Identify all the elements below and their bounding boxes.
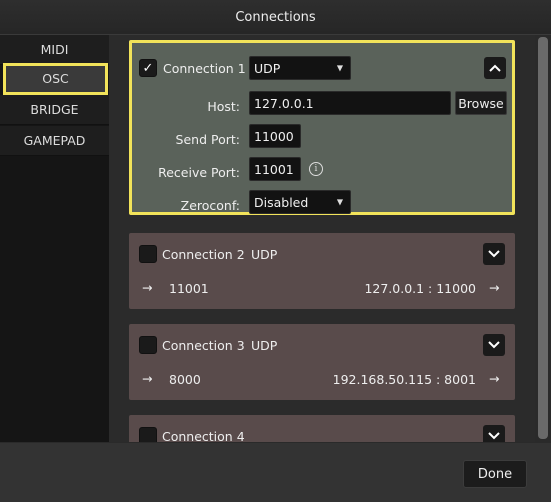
connection-2-in-port: 11001 <box>169 281 209 296</box>
host-label: Host: <box>207 99 240 114</box>
sidebar: MIDI OSC BRIDGE GAMEPAD <box>0 35 109 442</box>
done-label: Done <box>477 466 513 482</box>
host-input[interactable]: 127.0.0.1 <box>249 91 451 115</box>
connection-2-target: 127.0.0.1 : 11000 <box>364 281 476 296</box>
connection-3-protocol: UDP <box>251 338 278 353</box>
receive-port-input[interactable]: 11001 <box>249 157 301 181</box>
connection-1-protocol-select[interactable]: UDP ▼ <box>249 56 351 80</box>
arrow-right-icon: → <box>489 371 500 386</box>
arrow-right-icon: → <box>489 280 500 295</box>
sidebar-item-bridge[interactable]: BRIDGE <box>0 95 109 125</box>
sidebar-item-midi[interactable]: MIDI <box>0 35 109 65</box>
connection-panel-4: Connection 4 <box>129 415 515 442</box>
checkmark-icon: ✓ <box>142 60 154 76</box>
connection-1-collapse-button[interactable] <box>484 57 506 79</box>
send-port-input[interactable]: 11000 <box>249 124 301 148</box>
connection-3-name: Connection 3 <box>162 338 245 353</box>
sidebar-item-osc[interactable]: OSC <box>3 63 108 95</box>
send-port-label: Send Port: <box>175 132 240 147</box>
browse-label: Browse <box>458 95 504 111</box>
zeroconf-label: Zeroconf: <box>180 198 240 213</box>
protocol-value: UDP <box>254 60 281 76</box>
send-port-value: 11000 <box>254 128 294 144</box>
sidebar-item-gamepad[interactable]: GAMEPAD <box>0 126 109 156</box>
content-scrollbar[interactable] <box>535 35 551 442</box>
window-title: Connections <box>235 9 316 25</box>
receive-port-label: Receive Port: <box>158 165 240 180</box>
sidebar-item-label: GAMEPAD <box>23 133 86 148</box>
arrow-right-icon: → <box>142 371 153 386</box>
chevron-up-icon <box>489 64 501 72</box>
connection-panel-3: Connection 3 UDP → 8000 192.168.50.115 :… <box>129 324 515 400</box>
sidebar-item-label: BRIDGE <box>30 102 79 117</box>
caret-down-icon: ▼ <box>336 63 343 73</box>
connection-3-target: 192.168.50.115 : 8001 <box>332 372 476 387</box>
sidebar-item-label: MIDI <box>40 42 69 57</box>
connection-1-enable-checkbox[interactable]: ✓ <box>139 59 157 77</box>
arrow-right-icon: → <box>142 280 153 295</box>
browse-button[interactable]: Browse <box>455 91 507 115</box>
window-titlebar: Connections <box>0 0 551 35</box>
done-button[interactable]: Done <box>463 460 527 488</box>
connections-list: ✓ Connection 1 UDP ▼ Host: 127.0.0.1 Bro… <box>109 35 535 442</box>
chevron-down-icon <box>488 250 500 258</box>
sidebar-item-label: OSC <box>42 71 69 86</box>
connection-4-expand-button[interactable] <box>483 425 505 442</box>
scrollbar-thumb[interactable] <box>538 37 548 439</box>
receive-port-value: 11001 <box>254 161 294 177</box>
connection-3-in-port: 8000 <box>169 372 201 387</box>
connection-2-enable-checkbox[interactable] <box>139 245 157 263</box>
connection-4-name: Connection 4 <box>162 429 245 442</box>
connection-3-enable-checkbox[interactable] <box>139 336 157 354</box>
connection-4-enable-checkbox[interactable] <box>139 427 157 442</box>
connection-panel-1: ✓ Connection 1 UDP ▼ Host: 127.0.0.1 Bro… <box>129 40 515 215</box>
info-icon[interactable]: i <box>309 162 323 176</box>
connection-1-name: Connection 1 <box>163 61 246 76</box>
connection-2-name: Connection 2 <box>162 247 245 262</box>
chevron-down-icon <box>488 432 500 440</box>
info-glyph: i <box>314 164 318 174</box>
host-value: 127.0.0.1 <box>254 95 314 111</box>
chevron-down-icon <box>488 341 500 349</box>
connection-3-expand-button[interactable] <box>483 334 505 356</box>
zeroconf-value: Disabled <box>254 194 309 210</box>
connection-2-expand-button[interactable] <box>483 243 505 265</box>
caret-down-icon: ▼ <box>336 197 343 207</box>
connection-panel-2: Connection 2 UDP → 11001 127.0.0.1 : 110… <box>129 233 515 309</box>
connection-2-protocol: UDP <box>251 247 278 262</box>
zeroconf-select[interactable]: Disabled ▼ <box>249 190 351 214</box>
